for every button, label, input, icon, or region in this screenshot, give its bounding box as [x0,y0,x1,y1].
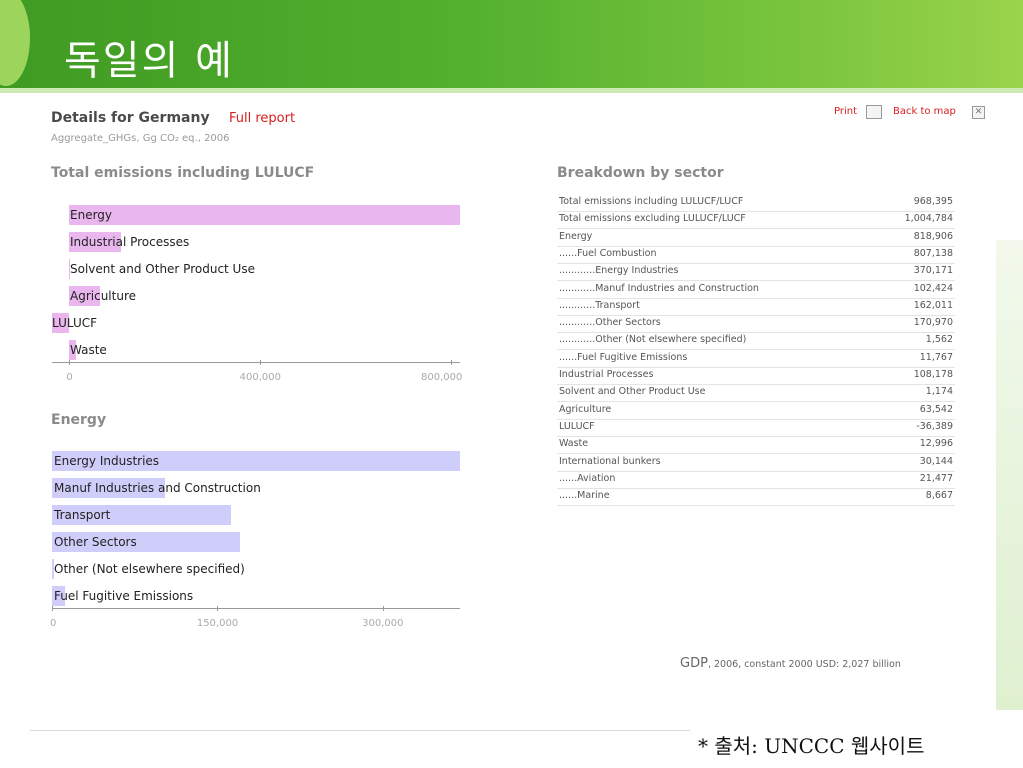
table-row: Waste 12,996 [557,436,955,455]
table-row-label: Industrial Processes [559,369,654,380]
table-row-label: ............Transport [559,299,640,311]
energy-bar-label: Fuel Fugitive Emissions [54,589,194,603]
footer-rule [30,730,690,731]
total-axis-line [52,362,460,363]
energy-bar-label: Other (Not elsewhere specified) [54,562,245,576]
table-row-value: 1,174 [925,386,953,398]
table-row-value: 12,996 [919,438,953,450]
gdp-note: GDP, 2006, constant 2000 USD: 2,027 bill… [680,656,901,671]
table-row-value: 21,477 [919,472,953,484]
table-row: Industrial Processes 108,178 [557,367,955,385]
energy-tick-label: 300,000 [362,618,404,629]
table-row-label: ............Other (Not elsewhere specifi… [559,334,747,346]
total-axis-tick [260,360,262,365]
table-row-label: Waste [559,438,589,450]
table-row-label: ......Fuel Combustion [559,247,657,259]
energy-axis-tick [52,606,53,611]
table-row: Agriculture 63,542 [557,402,955,420]
table-row-label: ............Manuf Industries and Constru… [559,282,759,294]
table-row: Total emissions excluding LULUCF/LUCF 1,0… [557,211,955,230]
table-row-value: 370,171 [913,265,953,277]
table-row: ............Energy Industries 370,171 [557,263,955,282]
table-row-label: Total emissions including LULUCF/LUCF [559,196,744,207]
energy-tick-label: 150,000 [196,618,239,629]
table-row: ............Other (Not elsewhere specifi… [557,332,955,351]
table-row: ............Other Sectors 170,970 [557,315,955,334]
table-row-value: 108,178 [913,369,953,380]
table-row-value: 8,667 [925,490,953,502]
table-row-value: 807,138 [913,247,953,259]
table-row-label: LULUCF [559,420,595,432]
energy-bar-label: Manuf Industries and Construction [54,481,261,495]
table-row: Solvent and Other Product Use 1,174 [557,384,955,403]
total-axis-tick [69,360,71,365]
table-row-label: Energy [559,230,593,242]
total-tick-label: 0 [66,372,73,383]
total-bar-label: Industrial Processes [70,235,190,249]
table-row: ............Transport 162,011 [557,298,955,316]
table-row-value: 818,906 [913,230,953,242]
table-row-value: 1,004,784 [904,213,953,225]
table-row: International bunkers 30,144 [557,454,955,472]
table-row: Energy 818,906 [557,229,955,247]
table-row: ......Fuel Combustion 807,138 [557,246,955,264]
total-bar [69,205,460,225]
table-row: ......Marine 8,667 [557,488,955,507]
total-bar-label: Energy [70,208,113,222]
energy-bar-label: Other Sectors [54,535,137,549]
table-row-value: 968,395 [913,196,953,207]
table-row-label: Solvent and Other Product Use [559,386,706,398]
table-row: LULUCF -36,389 [557,419,955,437]
table-row-value: 162,011 [913,299,953,311]
energy-axis-tick [217,606,219,611]
total-bar-label: Solvent and Other Product Use [70,262,255,276]
energy-tick-label: 0 [50,618,57,629]
table-row-label: Total emissions excluding LULUCF/LUCF [559,213,746,225]
energy-bar-label: Transport [54,508,111,522]
table-row-value: 63,542 [919,403,953,415]
energy-axis-line [52,608,460,609]
table-row-value: 170,970 [913,317,953,329]
total-tick-label: 400,000 [239,372,282,383]
table-row-label: ............Other Sectors [559,317,661,329]
table-row: Total emissions including LULUCF/LUCF 968… [557,194,955,212]
table-row-label: Agriculture [559,403,612,415]
total-tick-label: 800,000 [421,372,463,383]
total-bar-label: Waste [70,343,107,357]
table-row: ......Aviation 21,477 [557,471,955,489]
table-row: ............Manuf Industries and Constru… [557,281,955,299]
table-row-value: 102,424 [913,282,953,294]
table-row-value: -36,389 [916,420,953,432]
table-row-label: ............Energy Industries [559,265,679,277]
table-row-value: 30,144 [919,455,953,467]
gdp-text: , 2006, constant 2000 USD: 2,027 billion [707,659,901,670]
energy-axis-tick [382,606,384,611]
table-row-value: 11,767 [919,351,953,363]
source-note: * 출처: UNCCC 웹사이트 [698,734,925,758]
table-row-label: International bunkers [559,455,661,467]
energy-bar-label: Energy Industries [54,454,160,468]
total-bar-label: Agriculture [70,289,136,303]
total-bar-label: LULUCF [52,316,98,330]
table-row-label: ......Fuel Fugitive Emissions [559,351,688,363]
gdp-key: GDP [680,656,708,671]
total-axis-tick [450,360,452,365]
table-row-label: ......Aviation [559,472,616,484]
table-row-label: ......Marine [559,490,610,502]
table-row: ......Fuel Fugitive Emissions 11,767 [557,350,955,368]
table-row-value: 1,562 [925,334,953,346]
